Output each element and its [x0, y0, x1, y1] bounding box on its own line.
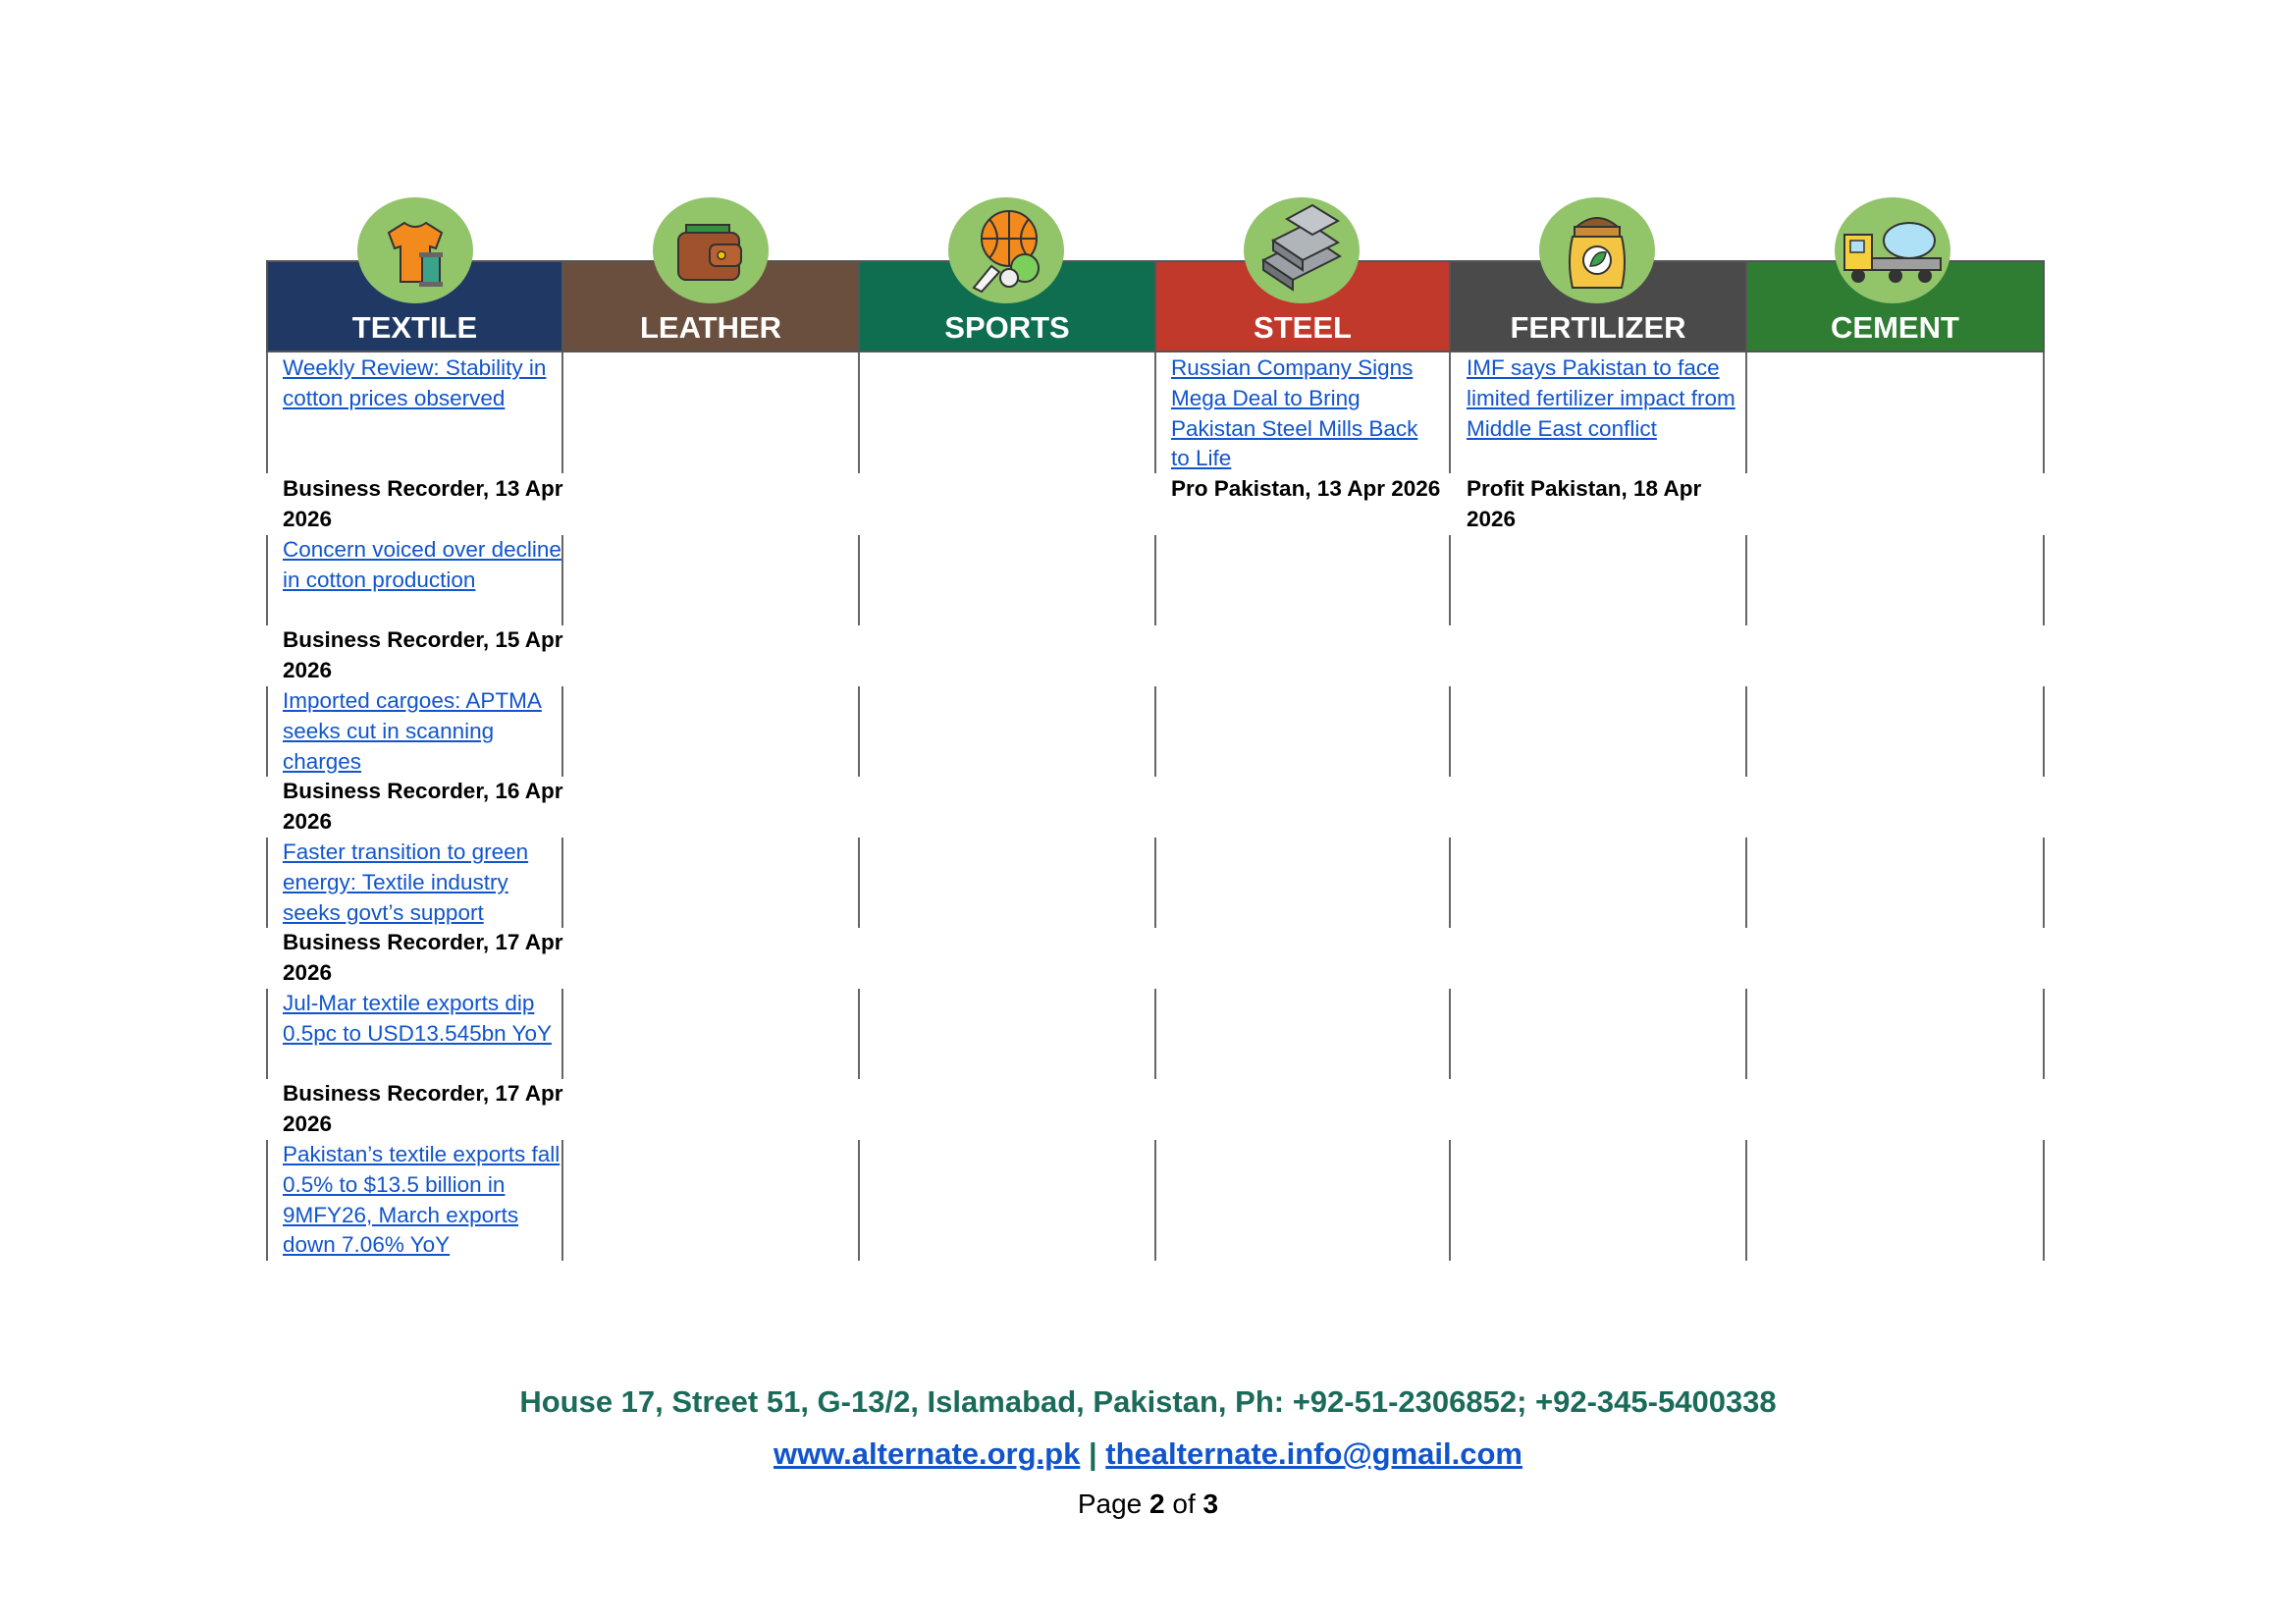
article-link[interactable]: Jul-Mar textile exports dip 0.5pc to USD… — [283, 991, 552, 1046]
column-divider — [266, 989, 268, 1079]
textile-article-3[interactable]: Imported cargoes: APTMA seeks cut in sca… — [283, 686, 567, 777]
column-divider — [266, 686, 268, 777]
textile-source-1: Business Recorder, 13 Apr 2026 — [283, 476, 563, 531]
article-link[interactable]: IMF says Pakistan to face limited fertil… — [1467, 355, 1735, 441]
tshirt-icon — [357, 197, 473, 303]
column-divider — [266, 838, 268, 928]
column-divider — [858, 838, 860, 928]
steel-bars-icon — [1244, 197, 1360, 303]
email-link[interactable]: thealternate.info@gmail.com — [1105, 1436, 1522, 1471]
column-divider — [1449, 838, 1451, 928]
page-mid: of — [1172, 1489, 1196, 1519]
article-link[interactable]: Russian Company Signs Mega Deal to Bring… — [1171, 355, 1417, 470]
column-divider — [858, 352, 860, 473]
article-link[interactable]: Weekly Review: Stability in cotton price… — [283, 355, 546, 410]
column-divider — [2043, 535, 2045, 625]
footer-address: House 17, Street 51, G-13/2, Islamabad, … — [519, 1384, 1777, 1419]
column-divider — [266, 535, 268, 625]
textile-source-2: Business Recorder, 15 Apr 2026 — [283, 627, 563, 682]
textile-source-5: Business Recorder, 17 Apr 2026 — [283, 1081, 563, 1136]
document-page: TEXTILE LEATHER SPORTS STEEL FERTILIZER … — [0, 0, 2296, 1624]
textile-article-5[interactable]: Jul-Mar textile exports dip 0.5pc to USD… — [283, 989, 567, 1050]
column-divider — [1449, 352, 1451, 473]
fertilizer-article-1[interactable]: IMF says Pakistan to face limited fertil… — [1467, 353, 1741, 444]
article-link[interactable]: Pakistan’s textile exports fall 0.5% to … — [283, 1142, 560, 1257]
page-current: 2 — [1149, 1489, 1165, 1519]
textile-source-4: Business Recorder, 17 Apr 2026 — [283, 930, 563, 985]
steel-article-1[interactable]: Russian Company Signs Mega Deal to Bring… — [1171, 353, 1441, 474]
column-divider — [1745, 838, 1747, 928]
article-link[interactable]: Imported cargoes: APTMA seeks cut in sca… — [283, 688, 542, 774]
column-divider — [2043, 838, 2045, 928]
textile-source-3: Business Recorder, 16 Apr 2026 — [283, 779, 563, 834]
column-divider — [266, 1140, 268, 1261]
column-divider — [858, 1140, 860, 1261]
column-divider — [858, 535, 860, 625]
column-divider — [2043, 352, 2045, 473]
cement-mixer-icon — [1835, 197, 1950, 303]
wallet-icon — [653, 197, 769, 303]
column-divider — [1154, 535, 1156, 625]
column-divider — [1745, 989, 1747, 1079]
fertilizer-bag-icon — [1539, 197, 1655, 303]
column-divider — [1154, 686, 1156, 777]
column-divider — [1745, 352, 1747, 473]
sports-balls-icon — [948, 197, 1064, 303]
textile-article-6[interactable]: Pakistan’s textile exports fall 0.5% to … — [283, 1140, 567, 1261]
fertilizer-source-1: Profit Pakistan, 18 Apr 2026 — [1467, 476, 1702, 531]
column-divider — [1154, 1140, 1156, 1261]
textile-article-2[interactable]: Concern voiced over decline in cotton pr… — [283, 535, 567, 596]
page-prefix: Page — [1077, 1489, 1143, 1519]
textile-article-1[interactable]: Weekly Review: Stability in cotton price… — [283, 353, 567, 414]
footer-links: www.alternate.org.pk | thealternate.info… — [0, 1436, 2296, 1472]
column-divider — [858, 686, 860, 777]
article-link[interactable]: Concern voiced over decline in cotton pr… — [283, 537, 561, 592]
column-divider — [1745, 535, 1747, 625]
column-divider — [2043, 1140, 2045, 1261]
website-link[interactable]: www.alternate.org.pk — [774, 1436, 1080, 1471]
article-link[interactable]: Faster transition to green energy: Texti… — [283, 839, 528, 925]
column-divider — [1449, 989, 1451, 1079]
steel-source-1: Pro Pakistan, 13 Apr 2026 — [1171, 476, 1441, 501]
column-divider — [1449, 1140, 1451, 1261]
column-divider — [266, 352, 268, 473]
column-divider — [1154, 989, 1156, 1079]
page-total: 3 — [1202, 1489, 1219, 1519]
page-number: Page 2 of 3 — [0, 1489, 2296, 1520]
column-divider — [858, 989, 860, 1079]
column-divider — [1745, 1140, 1747, 1261]
column-divider — [1449, 535, 1451, 625]
column-divider — [1154, 838, 1156, 928]
column-divider — [1449, 686, 1451, 777]
column-divider — [1154, 352, 1156, 473]
textile-article-4[interactable]: Faster transition to green energy: Texti… — [283, 838, 567, 928]
column-divider — [1745, 686, 1747, 777]
column-divider — [2043, 686, 2045, 777]
column-divider — [2043, 989, 2045, 1079]
footer-separator: | — [1088, 1436, 1097, 1471]
